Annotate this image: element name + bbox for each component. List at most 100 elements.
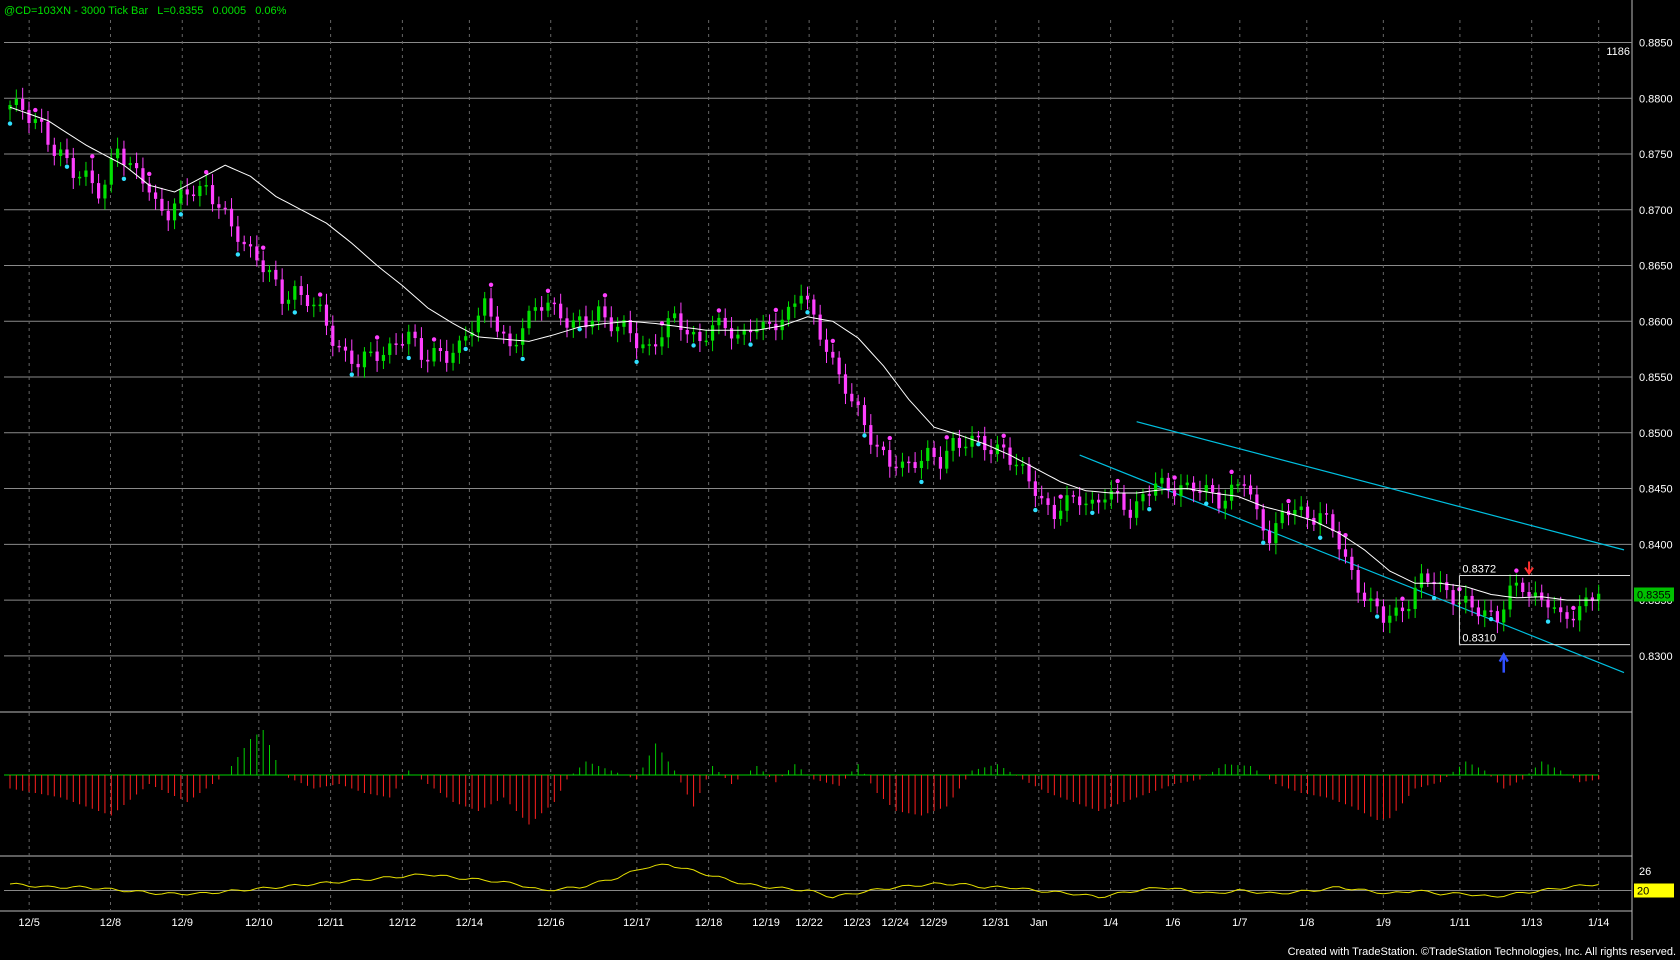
- candle-body: [540, 307, 544, 311]
- date-tick-label: 12/17: [623, 917, 651, 929]
- candle-body: [723, 317, 727, 329]
- candle-body: [122, 148, 126, 166]
- swing-high-dot: [488, 282, 494, 288]
- candle-body: [274, 269, 278, 280]
- candle-body: [160, 198, 164, 211]
- candle-body: [14, 98, 18, 105]
- candle-body: [1470, 595, 1474, 608]
- date-tick-label: 12/11: [317, 917, 344, 929]
- candle-body: [641, 344, 645, 349]
- lower-level-label: 20: [1637, 886, 1649, 898]
- candle-body: [1090, 499, 1094, 504]
- candle-body: [483, 298, 487, 316]
- candle-body: [786, 306, 791, 320]
- candle-body: [761, 321, 765, 329]
- candle-body: [654, 344, 658, 347]
- candle-body: [913, 462, 917, 469]
- swing-high-dot: [204, 169, 209, 175]
- candle-body: [419, 338, 424, 360]
- price-tick-label: 0.8450: [1639, 484, 1673, 496]
- candle-body: [438, 348, 442, 352]
- candle-body: [1046, 498, 1050, 505]
- candle-body: [672, 313, 677, 319]
- candle-body: [1166, 477, 1170, 491]
- candle-body: [204, 185, 208, 187]
- candle-body: [1242, 484, 1246, 486]
- swing-low-dot: [1147, 507, 1152, 512]
- candle-body: [1261, 509, 1265, 531]
- swing-high-dot: [1400, 596, 1405, 601]
- candle-body: [1109, 490, 1113, 500]
- candle-body: [1407, 608, 1411, 612]
- price-tick-label: 0.8750: [1639, 149, 1673, 161]
- candle-body: [413, 331, 417, 339]
- candle-body: [293, 286, 297, 300]
- candle-body: [1426, 573, 1430, 582]
- date-tick-label: 12/16: [537, 917, 565, 929]
- price-tick-label: 0.8500: [1639, 428, 1673, 440]
- candle-body: [109, 158, 113, 185]
- candle-body: [1065, 495, 1069, 511]
- candle-body: [1362, 592, 1367, 601]
- swing-low-dot: [235, 252, 241, 257]
- price-tick-label: 0.8600: [1639, 316, 1673, 328]
- candle-body: [84, 170, 88, 177]
- candle-body: [305, 294, 310, 307]
- price-tick-label: 0.8800: [1639, 93, 1673, 105]
- candle-body: [495, 316, 499, 332]
- candle-body: [1103, 499, 1107, 503]
- candle-body: [932, 447, 936, 457]
- swing-low-dot: [1090, 510, 1095, 515]
- swing-high-dot: [1229, 469, 1234, 475]
- candle-body: [1584, 597, 1588, 607]
- date-tick-label: 12/14: [456, 917, 484, 929]
- candle-body: [71, 158, 75, 178]
- candle-body: [128, 163, 132, 166]
- candle-body: [1236, 484, 1240, 486]
- candle-body: [236, 226, 240, 242]
- candle-body: [27, 109, 31, 124]
- candle-body: [1552, 607, 1556, 609]
- candle-body: [381, 354, 386, 361]
- candle-body: [1128, 509, 1132, 518]
- candle-body: [837, 357, 841, 375]
- price-tick-label: 0.8400: [1639, 539, 1673, 551]
- date-tick-label: 12/19: [752, 917, 780, 929]
- swing-low-dot: [178, 212, 184, 217]
- candle-body: [704, 340, 708, 343]
- low-label: 0.8310: [1462, 633, 1496, 645]
- candle-body: [1027, 464, 1031, 482]
- candle-body: [362, 351, 367, 368]
- candle-body: [767, 321, 772, 324]
- candle-body: [1369, 598, 1373, 601]
- candle-body: [1502, 609, 1506, 623]
- candle-body: [153, 192, 158, 199]
- swing-high-dot: [716, 308, 722, 313]
- high-label: 0.8372: [1462, 564, 1496, 576]
- price-tick-label: 0.8850: [1639, 38, 1673, 50]
- candle-body: [1185, 482, 1189, 486]
- candle-body: [457, 340, 461, 353]
- candle-body: [1489, 610, 1493, 612]
- swing-low-dot: [1545, 619, 1551, 624]
- swing-high-dot: [1115, 478, 1120, 484]
- candle-body: [1229, 484, 1234, 501]
- candle-body: [198, 185, 202, 197]
- candle-body: [21, 98, 25, 110]
- swing-low-dot: [1317, 535, 1323, 540]
- price-chart: 0.8850 0.8800 0.8750 0.8700 0.8650 0.8600 0.85…: [0, 0, 1680, 960]
- candle-body: [1179, 485, 1183, 497]
- candle-body: [1521, 582, 1525, 592]
- candle-body: [1476, 607, 1481, 617]
- price-tick-label: 0.8650: [1639, 261, 1673, 273]
- candle-body: [1559, 607, 1563, 613]
- swing-low-dot: [805, 310, 810, 315]
- candle-body: [869, 425, 873, 445]
- candle-body: [1116, 490, 1120, 493]
- swing-low-dot: [121, 176, 127, 182]
- candle-body: [312, 304, 316, 307]
- candle-body: [407, 331, 411, 345]
- candle-body: [33, 119, 37, 124]
- candle-body: [565, 318, 569, 328]
- swing-high-dot: [1172, 475, 1177, 480]
